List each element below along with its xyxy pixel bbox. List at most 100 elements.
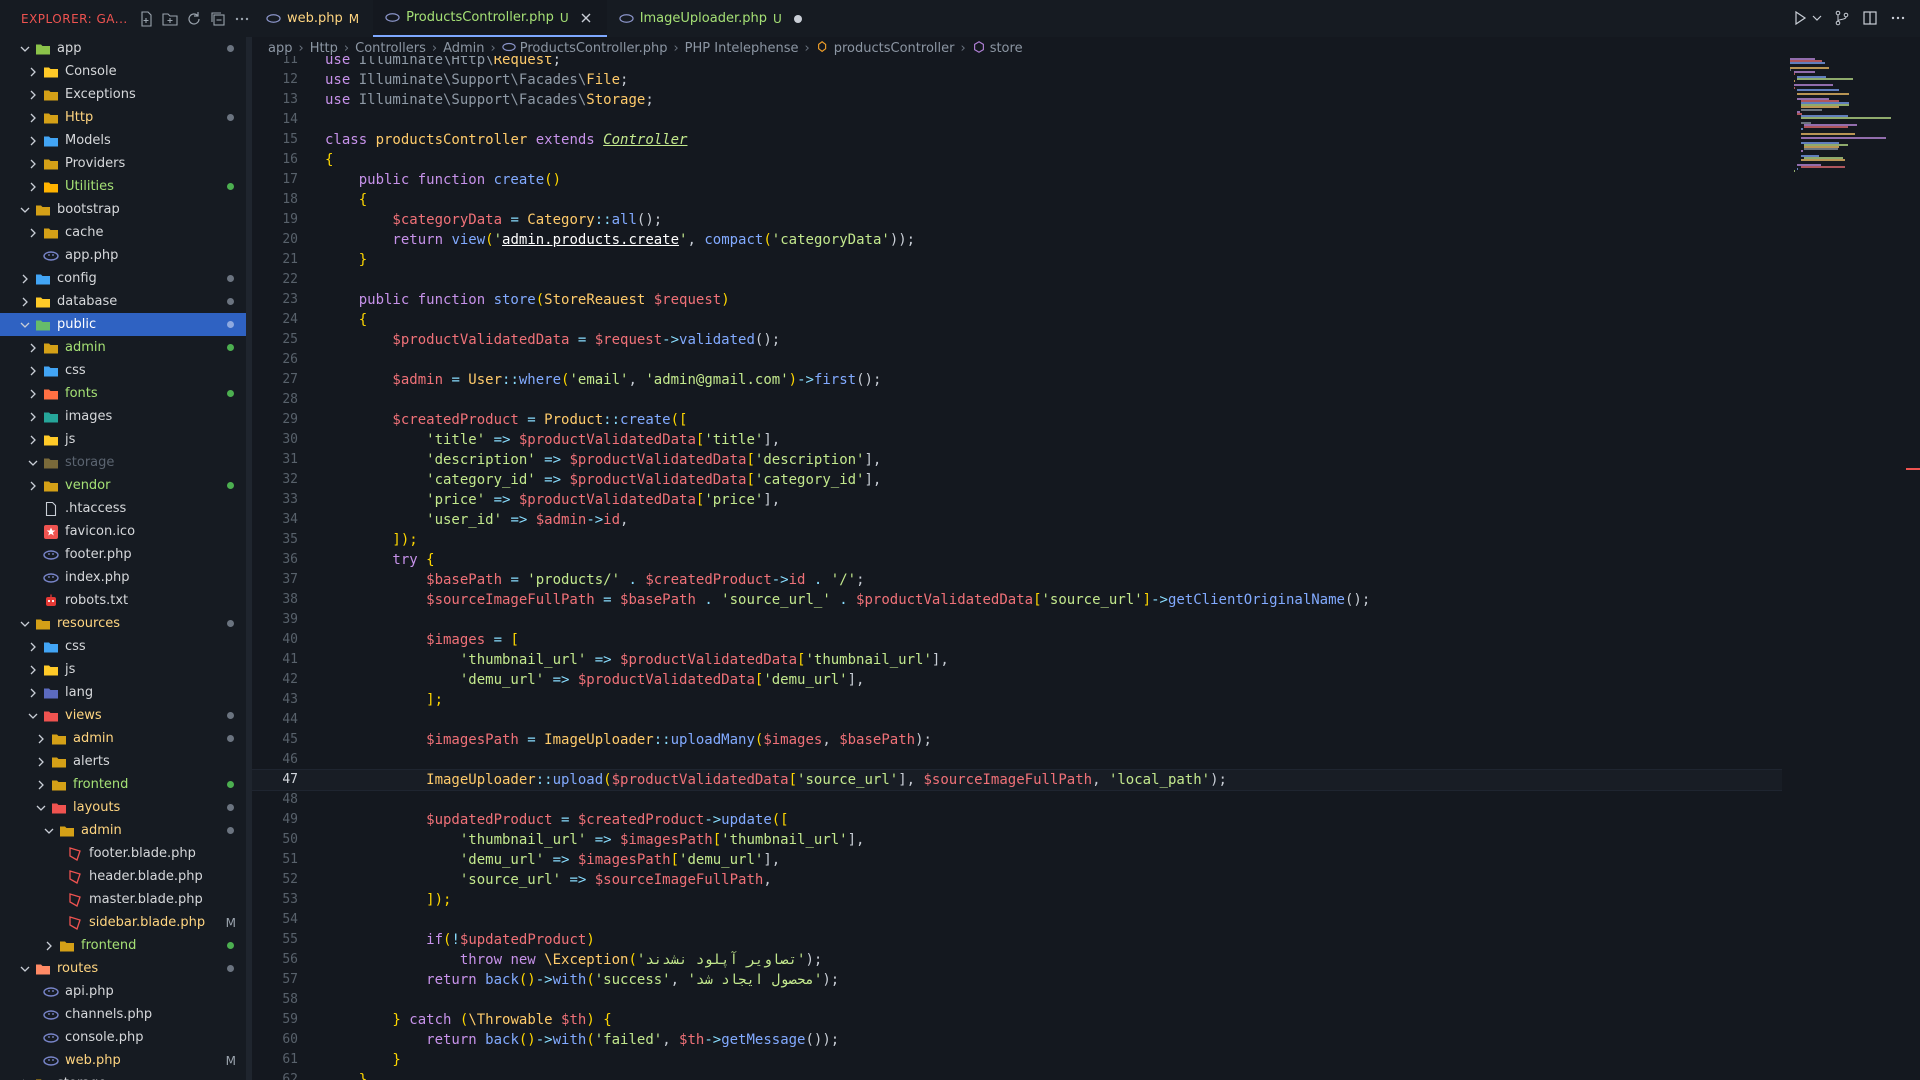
code-line[interactable]: 37 $basePath = 'products/' . $createdPro… <box>252 570 1782 590</box>
code-editor[interactable]: 11 use Illuminate\Http\Request; 12 use Illu… <box>252 56 1782 1080</box>
code-line[interactable]: 19 $categoryData = Category::all(); <box>252 210 1782 230</box>
chevron-down-icon[interactable] <box>19 43 31 55</box>
chevron-right-icon[interactable] <box>27 434 39 446</box>
minimap[interactable] <box>1790 56 1910 196</box>
tree-item[interactable]: footer.blade.php <box>0 842 252 865</box>
code-line[interactable]: 46 <box>252 750 1782 770</box>
code-line[interactable]: 24 { <box>252 310 1782 330</box>
code-line[interactable]: 43 ]; <box>252 690 1782 710</box>
code-line[interactable]: 61 } <box>252 1050 1782 1070</box>
tree-item[interactable]: web.php M <box>0 1049 252 1072</box>
new-file-icon[interactable] <box>138 10 154 27</box>
unsaved-dot-icon[interactable] <box>793 14 802 23</box>
chevron-right-icon[interactable] <box>27 89 39 101</box>
new-folder-icon[interactable] <box>162 11 178 27</box>
chevron-right-icon[interactable] <box>35 733 47 745</box>
tree-item[interactable]: Http <box>0 106 252 129</box>
tree-item[interactable]: header.blade.php <box>0 865 252 888</box>
code-line[interactable]: 58 <box>252 990 1782 1010</box>
chevron-right-icon[interactable] <box>19 296 31 308</box>
tree-item[interactable]: footer.php <box>0 543 252 566</box>
code-line[interactable]: 12 use Illuminate\Support\Facades\File; <box>252 70 1782 90</box>
tree-item[interactable]: css <box>0 359 252 382</box>
code-line[interactable]: 41 'thumbnail_url' => $productValidatedD… <box>252 650 1782 670</box>
chevron-right-icon[interactable] <box>27 181 39 193</box>
code-line[interactable]: 29 $createdProduct = Product::create([ <box>252 410 1782 430</box>
tree-item[interactable]: routes <box>0 957 252 980</box>
tab-productscontroller-php[interactable]: ProductsController.php U <box>373 0 607 37</box>
source-control-icon[interactable] <box>1834 10 1850 26</box>
tree-item[interactable]: master.blade.php <box>0 888 252 911</box>
code-line[interactable]: 53 ]); <box>252 890 1782 910</box>
tree-item[interactable]: views <box>0 704 252 727</box>
tree-item[interactable]: bootstrap <box>0 198 252 221</box>
chevron-right-icon[interactable] <box>27 664 39 676</box>
chevron-right-icon[interactable] <box>27 365 39 377</box>
code-line[interactable]: 21 } <box>252 250 1782 270</box>
tree-item[interactable]: admin <box>0 336 252 359</box>
chevron-down-icon[interactable] <box>19 963 31 975</box>
code-line[interactable]: 39 <box>252 610 1782 630</box>
close-icon[interactable] <box>579 11 593 25</box>
chevron-down-icon[interactable] <box>19 618 31 630</box>
tree-item[interactable]: cache <box>0 221 252 244</box>
code-line[interactable]: 17 public function create() <box>252 170 1782 190</box>
tree-item[interactable]: database <box>0 290 252 313</box>
code-line[interactable]: 38 $sourceImageFullPath = $basePath . 's… <box>252 590 1782 610</box>
code-line[interactable]: 28 <box>252 390 1782 410</box>
chevron-right-icon[interactable] <box>19 273 31 285</box>
code-line[interactable]: 11 use Illuminate\Http\Request; <box>252 56 1782 70</box>
chevron-right-icon[interactable] <box>35 756 47 768</box>
code-line[interactable]: 56 throw new \Exception('تصاویر آپلود نش… <box>252 950 1782 970</box>
tree-item[interactable]: config <box>0 267 252 290</box>
chevron-right-icon[interactable] <box>27 227 39 239</box>
tab-imageuploader-php[interactable]: ImageUploader.php U <box>607 0 816 37</box>
code-line[interactable]: 33 'price' => $productValidatedData['pri… <box>252 490 1782 510</box>
tree-item[interactable]: app.php <box>0 244 252 267</box>
tab-web-php[interactable]: web.php M <box>252 0 373 37</box>
chevron-down-icon[interactable] <box>19 319 31 331</box>
tree-item[interactable]: js <box>0 658 252 681</box>
split-editor-icon[interactable] <box>1862 10 1878 26</box>
breadcrumb-item[interactable]: Controllers <box>355 41 426 56</box>
more-actions-icon[interactable] <box>1890 10 1906 26</box>
chevron-down-icon[interactable] <box>19 204 31 216</box>
chevron-down-icon[interactable] <box>1812 10 1822 26</box>
tree-item[interactable]: storage <box>0 451 252 474</box>
tree-item[interactable]: admin <box>0 727 252 750</box>
code-line[interactable]: 52 'source_url' => $sourceImageFullPath, <box>252 870 1782 890</box>
tree-item[interactable]: frontend <box>0 773 252 796</box>
chevron-down-icon[interactable] <box>27 710 39 722</box>
tree-item[interactable]: favicon.ico <box>0 520 252 543</box>
code-line[interactable]: 14 <box>252 110 1782 130</box>
chevron-right-icon[interactable] <box>27 112 39 124</box>
code-line[interactable]: 32 'category_id' => $productValidatedDat… <box>252 470 1782 490</box>
code-line[interactable]: 49 $updatedProduct = $createdProduct->up… <box>252 810 1782 830</box>
code-line[interactable]: 35 ]); <box>252 530 1782 550</box>
code-line[interactable]: 34 'user_id' => $admin->id, <box>252 510 1782 530</box>
chevron-right-icon[interactable] <box>27 480 39 492</box>
tree-item[interactable]: admin <box>0 819 252 842</box>
chevron-right-icon[interactable] <box>27 158 39 170</box>
code-line[interactable]: 48 <box>252 790 1782 810</box>
code-line[interactable]: 25 $productValidatedData = $request->val… <box>252 330 1782 350</box>
code-line[interactable]: 57 return back()->with('success', 'محصول… <box>252 970 1782 990</box>
code-line[interactable]: 55 if(!$updatedProduct) <box>252 930 1782 950</box>
code-line[interactable]: 36 try { <box>252 550 1782 570</box>
code-line[interactable]: 31 'description' => $productValidatedDat… <box>252 450 1782 470</box>
code-line[interactable]: 22 <box>252 270 1782 290</box>
chevron-right-icon[interactable] <box>27 135 39 147</box>
tree-item[interactable]: Exceptions <box>0 83 252 106</box>
code-line[interactable]: 54 <box>252 910 1782 930</box>
refresh-icon[interactable] <box>186 11 202 27</box>
chevron-right-icon[interactable] <box>27 388 39 400</box>
code-line[interactable]: 45 $imagesPath = ImageUploader::uploadMa… <box>252 730 1782 750</box>
tree-item[interactable]: channels.php <box>0 1003 252 1026</box>
collapse-icon[interactable] <box>210 11 226 27</box>
chevron-down-icon[interactable] <box>27 457 39 469</box>
run-icon[interactable] <box>1792 10 1808 26</box>
chevron-right-icon[interactable] <box>27 687 39 699</box>
code-line[interactable]: 62 } <box>252 1070 1782 1080</box>
tree-item[interactable]: frontend <box>0 934 252 957</box>
tree-item[interactable]: console.php <box>0 1026 252 1049</box>
